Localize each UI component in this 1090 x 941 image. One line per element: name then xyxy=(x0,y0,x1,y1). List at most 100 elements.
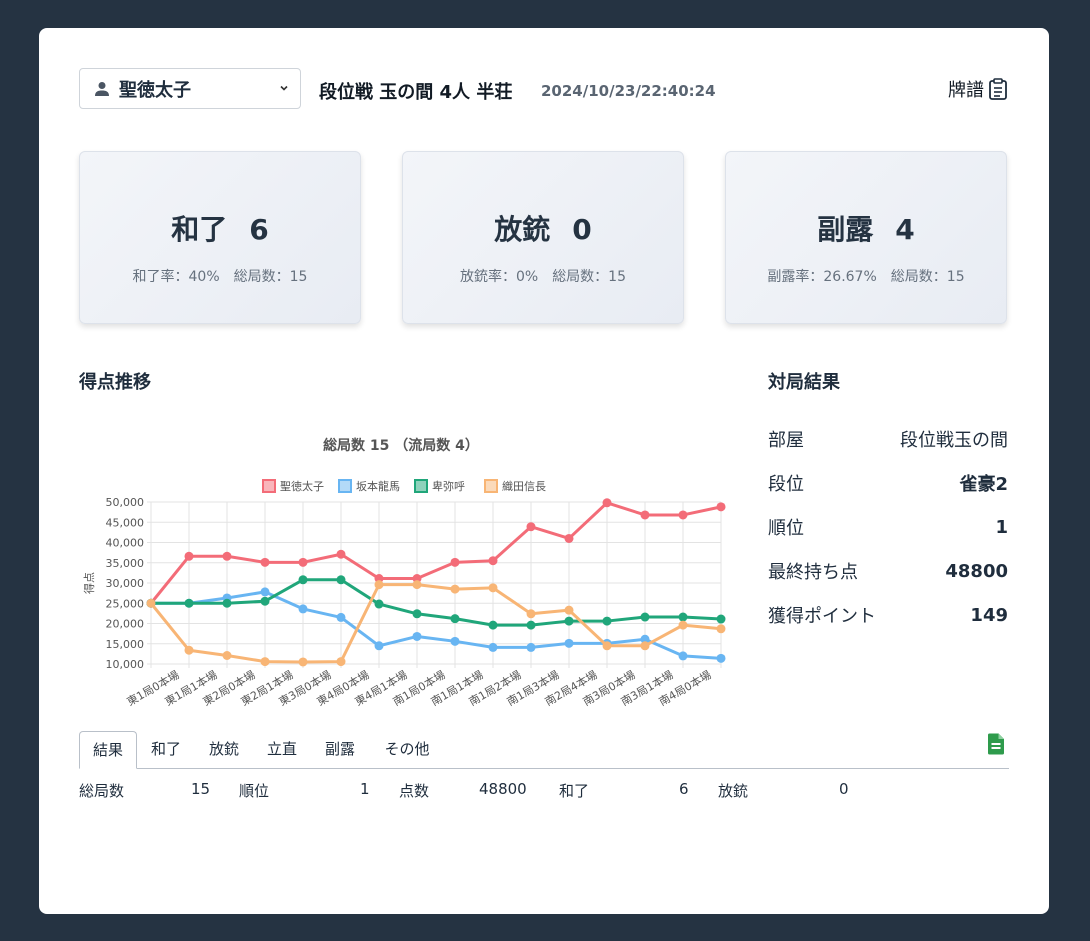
data-point xyxy=(412,631,422,641)
data-point xyxy=(640,612,650,622)
match-result-title: 対局結果 xyxy=(768,372,840,393)
summary-value: 0 xyxy=(839,780,849,798)
y-axis-label: 得点 xyxy=(83,572,96,594)
data-point xyxy=(488,620,498,630)
data-point xyxy=(526,609,536,619)
spreadsheet-export-icon[interactable] xyxy=(987,733,1005,755)
stat-rate: 和了率：40% xyxy=(132,269,220,285)
summary-value: 15 xyxy=(191,780,211,798)
chevron-down-icon xyxy=(280,85,288,91)
data-point xyxy=(222,650,232,660)
summary-label: 順位 xyxy=(239,782,270,800)
data-point xyxy=(488,642,498,652)
data-point xyxy=(298,604,308,614)
main-card: 聖徳太子 段位戦 玉の間 4人 半荘 2024/10/23/22:40:24 牌… xyxy=(39,28,1049,914)
result-label: 段位 xyxy=(768,474,804,495)
summary-row: 総局数 15 順位 1 点数 48800 和了 6 放銃 0 xyxy=(79,780,879,802)
data-point xyxy=(450,636,460,646)
y-tick-label: 15,000 xyxy=(106,638,145,651)
stat-value: 0 xyxy=(572,213,592,246)
data-point xyxy=(564,638,574,648)
data-point xyxy=(298,657,308,667)
data-point xyxy=(184,645,194,655)
tab-furo[interactable]: 副露 xyxy=(315,731,365,768)
result-label: 最終持ち点 xyxy=(768,562,858,583)
paifu-label: 牌譜 xyxy=(948,80,984,101)
data-point xyxy=(184,598,194,608)
tab-result[interactable]: 結果 xyxy=(79,731,137,769)
y-tick-label: 50,000 xyxy=(106,496,145,509)
data-point xyxy=(184,551,194,561)
score-chart-svg: 総局数 15 （流局数 4） 聖徳太子 坂本龍馬 卑弥呼 織田信長 10,000 15,00… xyxy=(83,437,726,709)
data-point xyxy=(450,557,460,567)
result-label: 獲得ポイント xyxy=(768,606,876,627)
tab-houjuu[interactable]: 放銃 xyxy=(199,731,249,768)
data-point xyxy=(526,620,536,630)
stat-rate: 副露率：26.67% xyxy=(767,269,877,285)
data-point xyxy=(336,575,346,585)
stat-games: 総局数：15 xyxy=(890,269,965,285)
score-trend-title: 得点推移 xyxy=(79,372,151,393)
summary-label: 点数 xyxy=(399,782,430,800)
summary-label: 和了 xyxy=(559,782,590,800)
result-label: 部屋 xyxy=(768,430,804,451)
data-point xyxy=(374,599,384,609)
summary-label: 放銃 xyxy=(718,782,749,800)
data-point xyxy=(602,498,612,508)
user-icon xyxy=(95,81,109,96)
data-point xyxy=(678,510,688,520)
y-tick-label: 25,000 xyxy=(106,597,145,610)
data-point xyxy=(260,596,270,606)
result-row-final-score: 最終持ち点 48800 xyxy=(768,549,1008,593)
result-table: 部屋 段位戦玉の間 段位 雀豪2 順位 1 最終持ち点 48800 獲得ポイント… xyxy=(768,417,1008,637)
data-point xyxy=(678,651,688,661)
y-tick-label: 40,000 xyxy=(106,537,145,550)
data-point xyxy=(526,642,536,652)
data-point xyxy=(298,557,308,567)
tab-riichi[interactable]: 立直 xyxy=(257,731,307,768)
tab-agari[interactable]: 和了 xyxy=(141,731,191,768)
player-name: 聖徳太子 xyxy=(119,79,191,101)
data-point xyxy=(260,657,270,667)
data-point xyxy=(678,612,688,622)
result-row-room: 部屋 段位戦玉の間 xyxy=(768,417,1008,461)
stat-label: 放銃 xyxy=(494,213,551,246)
clipboard-icon xyxy=(989,78,1007,100)
stat-rate: 放銃率：0% xyxy=(459,269,539,285)
chart-title: 総局数 15 （流局数 4） xyxy=(323,437,479,454)
result-row-points: 獲得ポイント 149 xyxy=(768,593,1008,637)
stat-value: 4 xyxy=(895,213,915,246)
stat-card-furo: 副露 4 副露率：26.67% 総局数：15 xyxy=(725,151,1007,324)
data-point xyxy=(222,551,232,561)
data-point xyxy=(640,510,650,520)
data-point xyxy=(146,598,156,608)
data-point xyxy=(488,583,498,593)
data-point xyxy=(716,624,726,634)
paifu-button[interactable]: 牌譜 xyxy=(948,76,1008,102)
data-point xyxy=(222,598,232,608)
y-tick-label: 35,000 xyxy=(106,557,145,570)
result-value: 48800 xyxy=(945,560,1008,582)
result-value: 段位戦玉の間 xyxy=(900,430,1008,451)
data-point xyxy=(450,584,460,594)
data-point xyxy=(716,653,726,663)
game-timestamp: 2024/10/23/22:40:24 xyxy=(541,82,716,100)
data-point xyxy=(298,575,308,585)
result-value: 雀豪2 xyxy=(959,474,1008,495)
y-tick-label: 20,000 xyxy=(106,618,145,631)
data-point xyxy=(564,533,574,543)
result-row-placement: 順位 1 xyxy=(768,505,1008,549)
data-point xyxy=(488,556,498,566)
player-select[interactable]: 聖徳太子 xyxy=(79,68,301,109)
tab-bar: 結果 和了 放銃 立直 副露 その他 xyxy=(79,731,1009,769)
result-label: 順位 xyxy=(768,518,804,539)
stat-label: 和了 xyxy=(171,213,228,246)
legend-label: 聖徳太子 xyxy=(280,480,324,493)
data-point xyxy=(716,502,726,512)
data-point xyxy=(640,641,650,651)
data-point xyxy=(260,557,270,567)
result-value: 1 xyxy=(995,516,1008,538)
data-point xyxy=(412,580,422,590)
data-point xyxy=(564,616,574,626)
tab-other[interactable]: その他 xyxy=(375,731,439,768)
